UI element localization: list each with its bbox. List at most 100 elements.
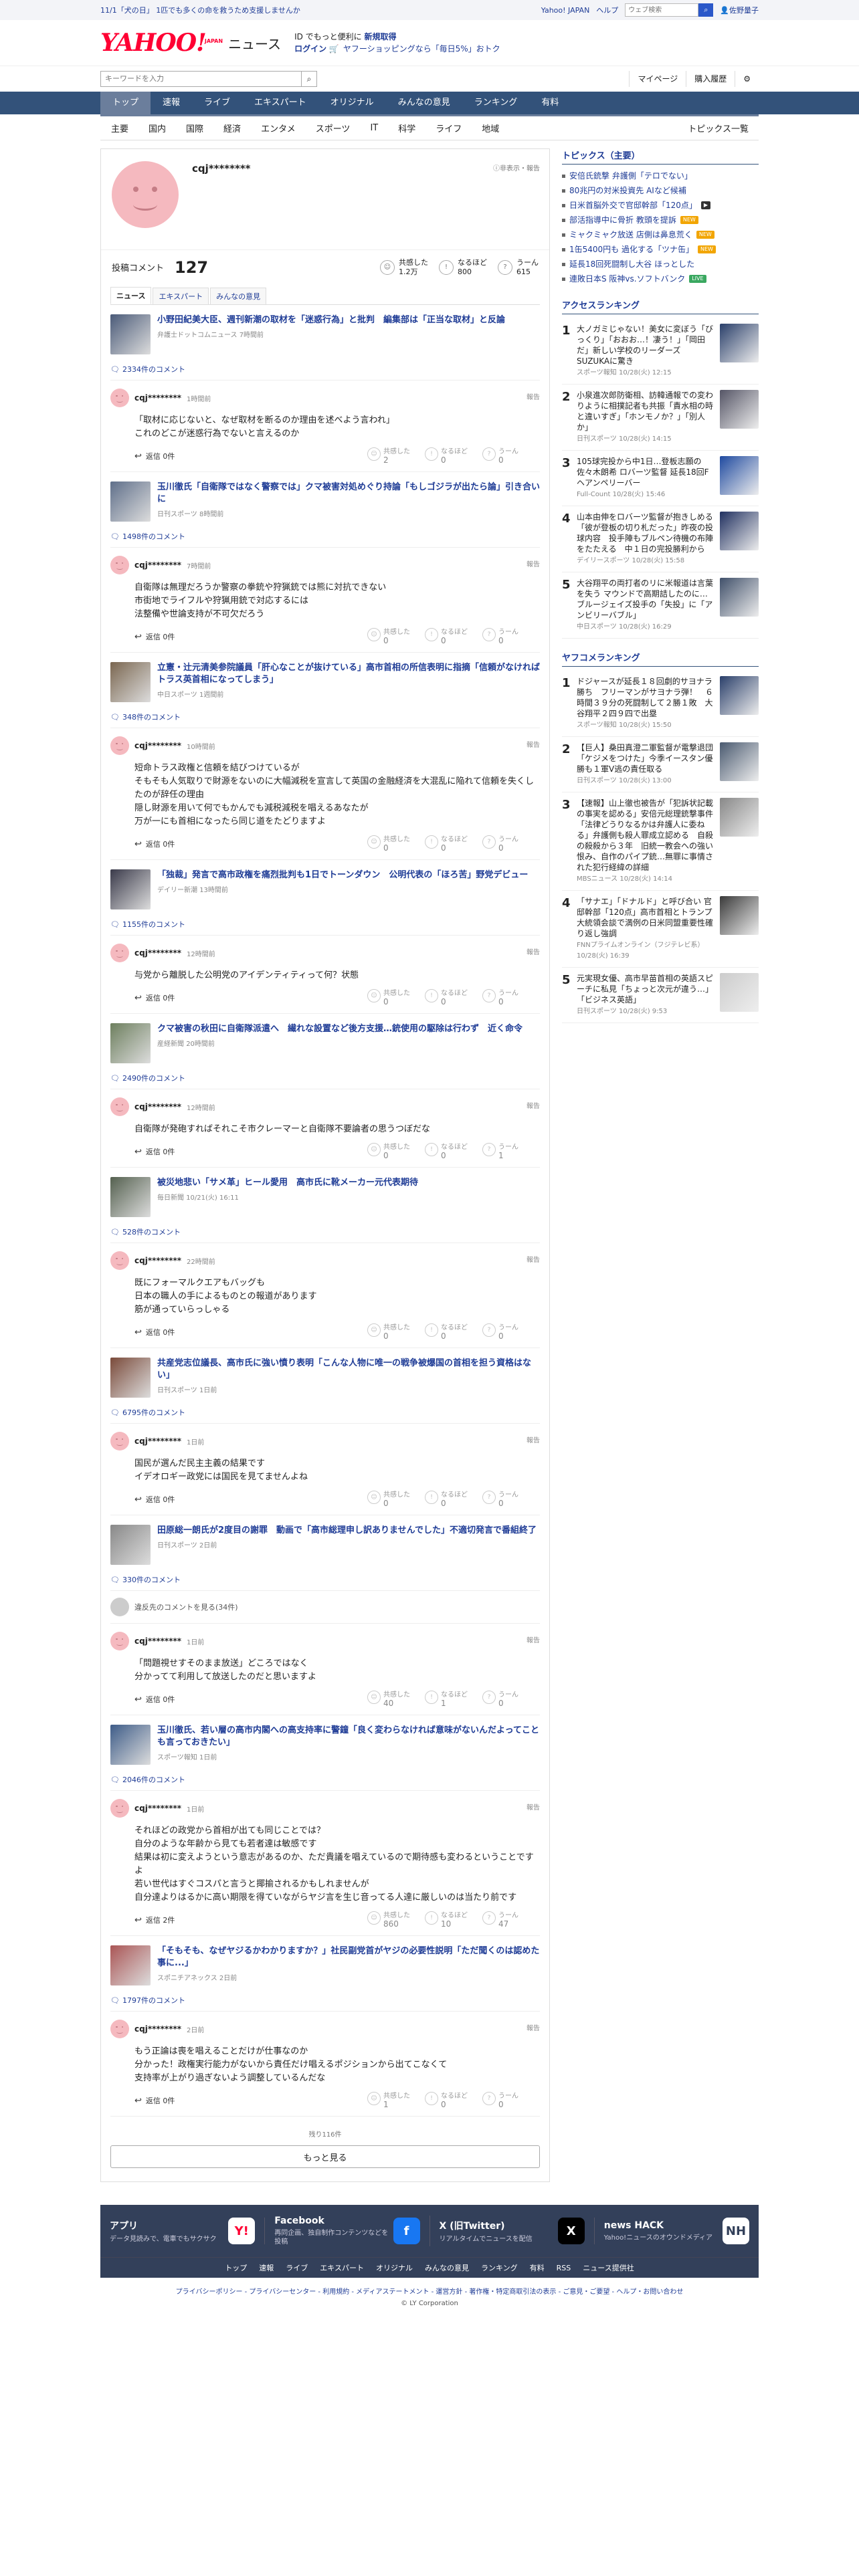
nav-original[interactable]: オリジナル xyxy=(318,92,386,114)
article-title[interactable]: 「そもそも、なぜヤジるかわかりますか？」社民副党首がヤジの必要性説明「ただ聞くの… xyxy=(157,1945,540,1969)
article-title[interactable]: 田原総一朗氏が2度目の謝罪 動画で「高市総理申し訳ありませんでした」不適切発言で… xyxy=(157,1525,537,1537)
article-link[interactable]: 田原総一朗氏が2度目の謝罪 動画で「高市総理申し訳ありませんでした」不適切発言で… xyxy=(110,1515,540,1572)
article-link[interactable]: 立憲・辻元清美参院議員「肝心なことが抜けている」高市首相の所信表明に指摘「信頼が… xyxy=(110,653,540,709)
reply-button[interactable]: ↩ 返信 0件 xyxy=(134,451,175,461)
yahoo-news-logo[interactable]: YAHOO! JAPAN ニュース xyxy=(100,31,281,55)
reaction-insight-button[interactable]: ! なるほど 0 xyxy=(425,628,482,645)
tab-expert[interactable]: エキスパート xyxy=(153,288,209,304)
reaction-agree-button[interactable]: ☺ 共感した 40 xyxy=(367,1691,425,1708)
ranking-item[interactable]: 1 ドジャースが延長１８回劇的サヨナラ勝ち フリーマンがサヨナラ弾！ ６時間３９分… xyxy=(562,671,759,737)
cat-domestic[interactable]: 国内 xyxy=(138,122,176,134)
reaction-agree-button[interactable]: ☺ 共感した 860 xyxy=(367,1911,425,1929)
nav-top[interactable]: トップ xyxy=(100,92,151,114)
article-link[interactable]: 被災地悲い「サメ革」ヒール愛用 高市氏に靴メーカー元代表期待 毎日新聞 10/21… xyxy=(110,1168,540,1224)
reaction-insight-button[interactable]: ! なるほど 0 xyxy=(425,447,482,465)
report-link[interactable]: 報告 xyxy=(527,558,540,568)
reply-button[interactable]: ↩ 返信 0件 xyxy=(134,1327,175,1337)
article-link[interactable]: 玉川徹氏「自衛隊ではなく警察では」クマ被害対処めぐり持論「もしゴジラが出たら論」… xyxy=(110,472,540,528)
login-link[interactable]: ログイン xyxy=(294,44,326,53)
shopping-promo-link[interactable]: ヤフーショッピングなら「毎日5%」おトク xyxy=(343,44,500,53)
article-link[interactable]: 「そもそも、なぜヤジるかわかりますか？」社民副党首がヤジの必要性説明「ただ聞くの… xyxy=(110,1936,540,1992)
article-link[interactable]: 共産党志位議長、高市氏に強い憤り表明「こんな人物に唯一の戦争被爆国の首相を担う資… xyxy=(110,1348,540,1404)
footer-nav-item[interactable]: 速報 xyxy=(259,2262,274,2273)
article-link[interactable]: クマ被害の秋田に自衛隊派遣へ 繊れな設置など後方支援…銃使用の駆除は行わず 近く… xyxy=(110,1014,540,1070)
purchase-history-link[interactable]: 購入履歴 xyxy=(686,71,735,87)
reaction-insight-button[interactable]: ! なるほど 1 xyxy=(425,1691,482,1708)
reaction-hmm-button[interactable]: ? うーん 0 xyxy=(482,447,540,465)
reaction-insight-button[interactable]: ! なるほど 0 xyxy=(425,1491,482,1508)
article-comments-link[interactable]: 🗨 2490件のコメント xyxy=(110,1070,540,1089)
news-search-input[interactable] xyxy=(100,71,301,87)
register-link[interactable]: 新規取得 xyxy=(365,32,397,41)
reaction-hmm-button[interactable]: ? うーん 0 xyxy=(482,628,540,645)
news-search-button[interactable]: ⌕ xyxy=(301,71,317,87)
user-name[interactable]: 👤佐野量子 xyxy=(720,5,759,15)
report-link[interactable]: 報告 xyxy=(527,1434,540,1444)
report-link[interactable]: 報告 xyxy=(527,1802,540,1812)
reaction-insight-button[interactable]: ! なるほど 0 xyxy=(425,1143,482,1160)
reaction-insight-button[interactable]: ! なるほど 0 xyxy=(425,835,482,853)
reaction-agree-button[interactable]: ☺ 共感した 0 xyxy=(367,835,425,853)
reply-button[interactable]: ↩ 返信 0件 xyxy=(134,839,175,849)
footer-app-3[interactable]: news HACK Yahoo!ニュースのオウンドメディア NH xyxy=(595,2218,759,2244)
top-banner-link[interactable]: 11/1「犬の日」 1匹でも多くの命を救うため支援しませんか xyxy=(100,5,300,15)
gear-icon[interactable]: ⚙ xyxy=(735,71,759,87)
article-comments-link[interactable]: 🗨 1155件のコメント xyxy=(110,916,540,936)
article-link[interactable]: 玉川徹氏、若い層の高市内閣への高支持率に警鐘「良く変わらなければ意味がないんだよ… xyxy=(110,1715,540,1772)
nav-ranking[interactable]: ランキング xyxy=(462,92,530,114)
nav-opinion[interactable]: みんなの意見 xyxy=(386,92,462,114)
footer-app-0[interactable]: アプリ データ見読みで、電車でもサクサク Y! xyxy=(100,2218,266,2244)
article-title[interactable]: クマ被害の秋田に自衛隊派遣へ 繊れな設置など後方支援…銃使用の駆除は行わず 近く… xyxy=(157,1023,522,1035)
article-title[interactable]: 共産党志位議長、高市氏に強い憤り表明「こんな人物に唯一の戦争被爆国の首相を担う資… xyxy=(157,1358,540,1382)
yahoo-japan-link[interactable]: Yahoo! JAPAN xyxy=(541,6,590,15)
reaction-hmm-button[interactable]: ? うーん 0 xyxy=(482,835,540,853)
reaction-agree-button[interactable]: ☺ 共感した 1 xyxy=(367,2092,425,2109)
reaction-insight-button[interactable]: ! なるほど 0 xyxy=(425,2092,482,2109)
reaction-agree-button[interactable]: ☺ 共感した 0 xyxy=(367,1323,425,1341)
cat-economy[interactable]: 経済 xyxy=(213,122,251,134)
report-link[interactable]: 報告 xyxy=(527,1634,540,1644)
article-title[interactable]: 「独裁」発言で高市政権を痛烈批判も1日でトーンダウン 公明代表の「ほろ苦」野党デ… xyxy=(157,869,528,881)
cat-local[interactable]: 地域 xyxy=(472,122,509,134)
reaction-insight-button[interactable]: ! なるほど 0 xyxy=(425,1323,482,1341)
article-comments-link[interactable]: 🗨 1498件のコメント xyxy=(110,528,540,548)
reaction-hmm-button[interactable]: ? うーん 0 xyxy=(482,1323,540,1341)
reply-button[interactable]: ↩ 返信 2件 xyxy=(134,1915,175,1925)
footer-app-2[interactable]: X (旧Twitter) リアルタイムでニュースを配信 X xyxy=(430,2218,595,2244)
reaction-hmm-button[interactable]: ? うーん 0 xyxy=(482,1491,540,1508)
topics-list-link[interactable]: トピックス一覧 xyxy=(678,122,759,134)
cat-entertainment[interactable]: エンタメ xyxy=(251,122,306,134)
reaction-hmm-button[interactable]: ? うーん 47 xyxy=(482,1911,540,1929)
footer-links[interactable]: プライバシーポリシー - プライバシーセンター - 利用規約 - メディアステー… xyxy=(0,2278,859,2296)
reply-button[interactable]: ↩ 返信 0件 xyxy=(134,1494,175,1505)
ranking-item[interactable]: 1 大ノガミじゃない！美女に変ぼう「びっくり」「おおお…！凄う！」「岡田だ」新しい… xyxy=(562,318,759,385)
footer-app-1[interactable]: Facebook 再同企画、独自制作コンテンツなどを投稿 f xyxy=(265,2216,430,2246)
tab-opinion[interactable]: みんなの意見 xyxy=(210,288,267,304)
report-link[interactable]: 報告 xyxy=(527,1254,540,1264)
topic-item[interactable]: 80兆円の対米投資先 AIなど候補 xyxy=(562,183,759,198)
article-title[interactable]: 玉川徹氏、若い層の高市内閣への高支持率に警鐘「良く変わらなければ意味がないんだよ… xyxy=(157,1725,540,1749)
article-comments-link[interactable]: 🗨 348件のコメント xyxy=(110,709,540,728)
ranking-item[interactable]: 5 元実現女優、高市早苗首相の英語スピーチに私見「ちょっと次元が違う…」「ビジネス… xyxy=(562,968,759,1023)
reaction-agree-button[interactable]: ☺ 共感した 2 xyxy=(367,447,425,465)
load-more-button[interactable]: もっと見る xyxy=(110,2145,540,2168)
web-search-input[interactable] xyxy=(625,3,699,17)
ranking-item[interactable]: 2 小泉進次郎防衛相、訪韓通報での変わりように相撲記者も共振「責水相の時と違いすぎ… xyxy=(562,385,759,451)
reaction-insight-button[interactable]: ! なるほど 10 xyxy=(425,1911,482,1929)
footer-nav-item[interactable]: ニュース提供社 xyxy=(583,2262,634,2273)
footer-nav-item[interactable]: RSS xyxy=(557,2264,571,2272)
article-comments-link[interactable]: 🗨 2334件のコメント xyxy=(110,361,540,381)
cat-life[interactable]: ライフ xyxy=(425,122,472,134)
nav-breaking[interactable]: 速報 xyxy=(151,92,192,114)
footer-nav-item[interactable]: ランキング xyxy=(481,2262,518,2273)
reaction-hmm-button[interactable]: ? うーん 0 xyxy=(482,2092,540,2109)
help-link[interactable]: ヘルプ xyxy=(596,5,618,15)
article-link[interactable]: 「独裁」発言で高市政権を痛烈批判も1日でトーンダウン 公明代表の「ほろ苦」野党デ… xyxy=(110,860,540,916)
reaction-agree-button[interactable]: ☺ 共感した 0 xyxy=(367,628,425,645)
hidden-comments-link[interactable]: 違反先のコメントを見る(34件) xyxy=(110,1591,540,1624)
report-link[interactable]: 報告 xyxy=(527,946,540,956)
footer-nav-item[interactable]: みんなの意見 xyxy=(425,2262,469,2273)
ranking-item[interactable]: 3 105球完投から中1日…登板志願の佐々木朗希 ロバーツ監督 延長18回Fヘアン… xyxy=(562,451,759,506)
reply-button[interactable]: ↩ 返信 0件 xyxy=(134,992,175,1003)
reply-button[interactable]: ↩ 返信 0件 xyxy=(134,631,175,642)
